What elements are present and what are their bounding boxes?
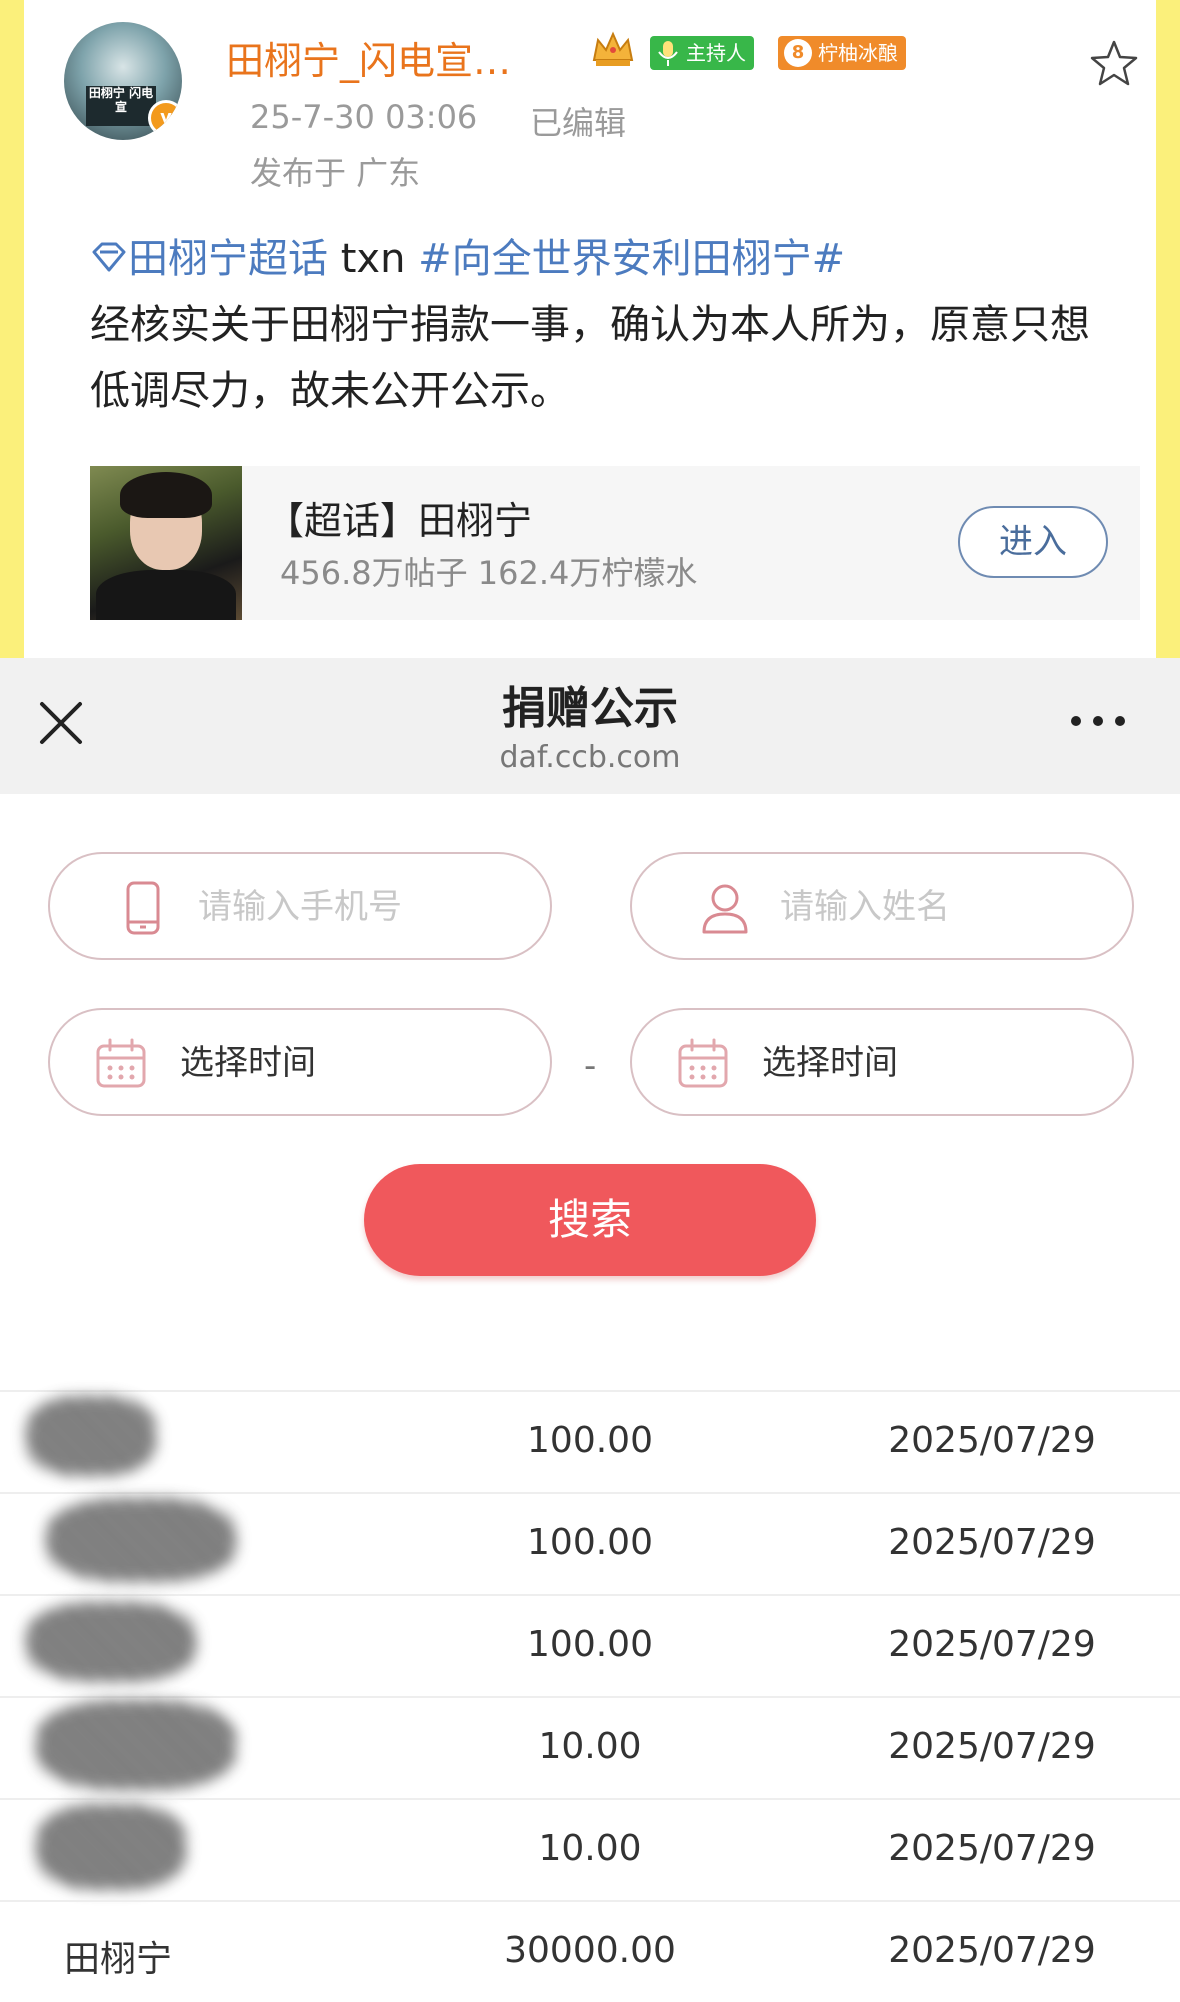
supertopic-stats: 456.8万帖子 162.4万柠檬水 — [280, 554, 698, 592]
supertopic-label: 田栩宁超话 — [128, 236, 328, 282]
donation-date: 2025/07/29 — [888, 1726, 1096, 1767]
table-row[interactable]: 100.00 2025/07/29 — [0, 1390, 1180, 1492]
supertopic-link[interactable]: 田栩宁超话 — [90, 236, 328, 282]
post-location: 发布于 广东 — [250, 154, 421, 192]
diamond-icon — [92, 242, 126, 272]
supertopic-card[interactable]: 【超话】田栩宁 456.8万帖子 162.4万柠檬水 进入 — [90, 466, 1140, 620]
username[interactable]: 田栩宁_闪电宣… — [226, 30, 511, 85]
donation-amount: 100.00 — [527, 1420, 653, 1461]
table-row[interactable]: 10.00 2025/07/29 — [0, 1798, 1180, 1900]
donation-date: 2025/07/29 — [888, 1420, 1096, 1461]
donation-amount: 100.00 — [527, 1522, 653, 1563]
donation-amount: 10.00 — [538, 1828, 642, 1869]
name-input[interactable]: 请输入姓名 — [630, 852, 1134, 960]
plain-tag: txn — [328, 236, 419, 282]
donation-results: 100.00 2025/07/29 100.00 2025/07/29 100.… — [0, 1390, 1180, 2002]
supertopic-thumbnail — [90, 466, 242, 620]
table-row[interactable]: 10.00 2025/07/29 — [0, 1696, 1180, 1798]
fan-badge-label: 柠柚冰酿 — [818, 41, 898, 65]
donation-date: 2025/07/29 — [888, 1930, 1096, 1971]
avatar-caption: 田栩宁 闪电宣 — [86, 86, 156, 126]
date-range-separator: - — [584, 1046, 597, 1086]
avatar[interactable]: 田栩宁 闪电宣 v — [64, 22, 182, 140]
start-date-picker[interactable]: 选择时间 — [48, 1008, 552, 1116]
redacted-name — [36, 1700, 236, 1790]
donor-name: 田栩宁 — [64, 1939, 173, 1980]
calendar-icon — [96, 1038, 146, 1088]
donation-date: 2025/07/29 — [888, 1828, 1096, 1869]
verified-icon: v — [148, 100, 182, 136]
phone-input[interactable]: 请输入手机号 — [48, 852, 552, 960]
host-badge[interactable]: 主持人 — [650, 36, 754, 70]
donation-amount: 100.00 — [527, 1624, 653, 1665]
fan-badge[interactable]: 8 柠柚冰酿 — [778, 36, 906, 70]
end-date-value: 选择时间 — [762, 1043, 898, 1083]
donation-amount: 30000.00 — [504, 1930, 676, 1971]
hashtag-link[interactable]: #向全世界安利田栩宁# — [418, 236, 845, 282]
star-icon[interactable] — [1088, 38, 1140, 90]
start-date-value: 选择时间 — [180, 1043, 316, 1083]
post-time: 25-7-30 03:06 — [250, 98, 478, 136]
edited-label[interactable]: 已编辑 — [530, 98, 626, 144]
redacted-name — [46, 1498, 236, 1582]
table-row[interactable]: 田栩宁 30000.00 2025/07/29 — [0, 1900, 1180, 2002]
table-row[interactable]: 100.00 2025/07/29 — [0, 1594, 1180, 1696]
redacted-name — [26, 1396, 156, 1476]
calendar-icon — [678, 1038, 728, 1088]
enter-button[interactable]: 进入 — [958, 506, 1108, 578]
page-url: daf.ccb.com — [499, 740, 681, 775]
table-row[interactable]: 100.00 2025/07/29 — [0, 1492, 1180, 1594]
post-frame: 田栩宁 闪电宣 v 田栩宁_闪电宣… 主持人 8 柠柚冰酿 25-7-30 03… — [0, 0, 1180, 658]
post-content: 田栩宁超话 txn #向全世界安利田栩宁# 经核实关于田栩宁捐款一事，确认为本人… — [90, 226, 1120, 424]
page-title: 捐赠公示 — [502, 683, 678, 734]
user-icon — [702, 884, 748, 934]
name-placeholder: 请输入姓名 — [780, 887, 950, 927]
crown-icon — [592, 31, 634, 66]
redacted-name — [26, 1602, 196, 1682]
end-date-picker[interactable]: 选择时间 — [630, 1008, 1134, 1116]
host-badge-label: 主持人 — [686, 41, 746, 65]
microphone-icon — [658, 41, 678, 66]
weibo-post: 田栩宁 闪电宣 v 田栩宁_闪电宣… 主持人 8 柠柚冰酿 25-7-30 03… — [24, 0, 1156, 658]
donation-date: 2025/07/29 — [888, 1624, 1096, 1665]
donation-date: 2025/07/29 — [888, 1522, 1096, 1563]
phone-icon — [126, 881, 160, 935]
phone-placeholder: 请输入手机号 — [198, 887, 402, 927]
donation-amount: 10.00 — [538, 1726, 642, 1767]
fan-level: 8 — [784, 39, 812, 67]
redacted-name — [36, 1804, 186, 1890]
search-button[interactable]: 搜索 — [364, 1164, 816, 1276]
post-body: 经核实关于田栩宁捐款一事，确认为本人所为，原意只想低调尽力，故未公开公示。 — [90, 302, 1090, 414]
supertopic-title: 【超话】田栩宁 — [266, 499, 533, 543]
more-icon[interactable] — [1068, 710, 1128, 732]
